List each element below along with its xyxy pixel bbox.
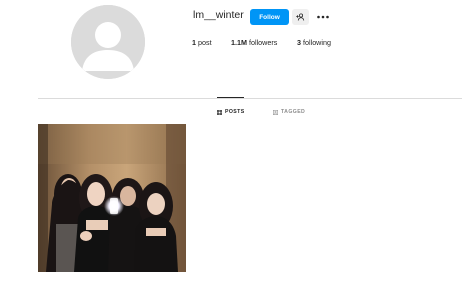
tab-tagged[interactable]: TAGGED: [273, 107, 305, 117]
add-person-icon: [296, 13, 305, 21]
active-tab-indicator: [217, 97, 244, 98]
stat-followers[interactable]: 1.1M followers: [231, 38, 277, 47]
tab-posts[interactable]: POSTS: [217, 107, 245, 117]
profile-avatar[interactable]: [71, 5, 145, 79]
suggest-accounts-button[interactable]: [292, 9, 309, 25]
stat-posts: 1 post: [192, 38, 212, 47]
section-divider: [38, 98, 462, 99]
stat-following[interactable]: 3 following: [297, 38, 331, 47]
follow-button[interactable]: Follow: [250, 9, 289, 25]
posts-count: 1: [192, 38, 196, 47]
followers-count: 1.1M: [231, 38, 247, 47]
posts-label: post: [198, 38, 212, 47]
post-image: [38, 124, 186, 272]
default-avatar-icon: [71, 5, 145, 79]
more-options-button[interactable]: [316, 10, 330, 24]
tag-icon: [273, 109, 278, 115]
grid-icon: [217, 109, 222, 115]
profile-username: lm__winter: [193, 9, 244, 21]
tab-tagged-label: TAGGED: [281, 109, 306, 115]
tab-posts-label: POSTS: [225, 109, 245, 115]
post-thumbnail[interactable]: [38, 124, 186, 272]
following-count: 3: [297, 38, 301, 47]
following-label: following: [303, 38, 331, 47]
followers-label: followers: [248, 38, 278, 47]
more-options-icon: [317, 15, 329, 19]
